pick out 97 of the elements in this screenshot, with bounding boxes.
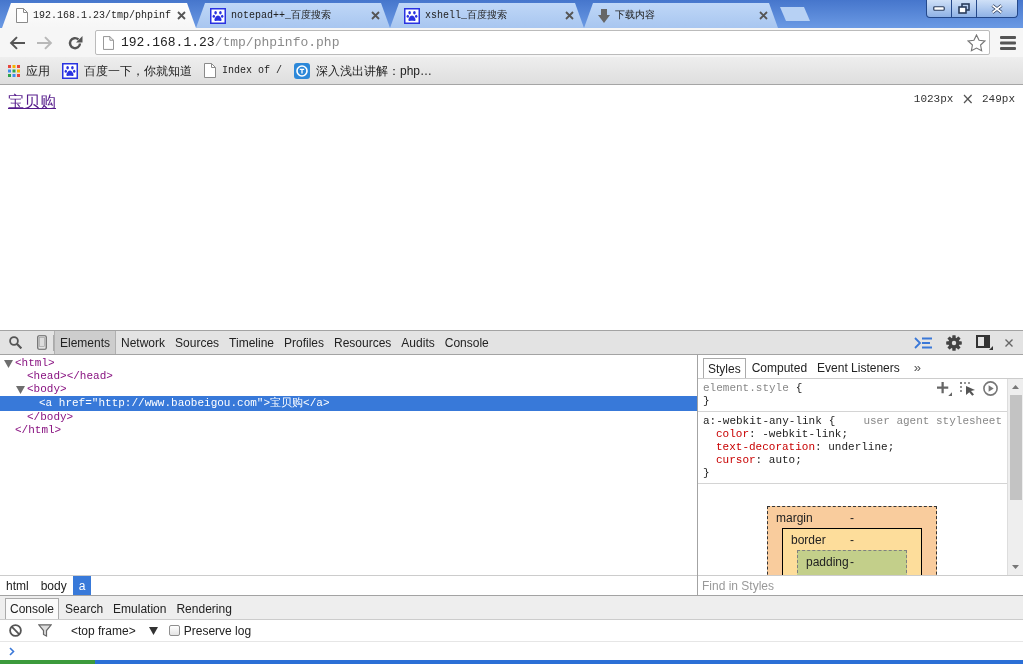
circle-logo-icon	[294, 62, 310, 79]
restore-button[interactable]	[952, 0, 977, 18]
page-icon	[103, 35, 114, 50]
page-link[interactable]: 宝贝购	[8, 92, 56, 112]
add-rule-icon[interactable]	[937, 381, 952, 396]
address-bar[interactable]: 192.168.1.23/tmp/phpinfo.php	[95, 30, 990, 55]
breadcrumb-item[interactable]: a	[72, 576, 92, 595]
disclosure-triangle-icon[interactable]	[4, 359, 13, 368]
minimize-icon	[933, 6, 945, 11]
drawer-tab[interactable]: Emulation	[109, 598, 171, 619]
scroll-up-icon[interactable]	[1012, 385, 1019, 389]
box-model-value: -	[850, 533, 854, 547]
paw-icon	[210, 7, 226, 24]
paw-icon	[404, 7, 420, 24]
disclosure-triangle-icon[interactable]	[16, 385, 25, 394]
drawer-tab[interactable]: Console	[5, 598, 60, 619]
close-icon[interactable]	[371, 11, 380, 20]
css-declaration: color: -webkit-link;	[715, 428, 850, 441]
dimension-separator: ×	[961, 92, 974, 106]
panel-tab[interactable]: Network	[116, 331, 171, 354]
rule-source: user agent stylesheet	[863, 415, 1002, 428]
css-declaration: cursor: auto;	[715, 454, 803, 467]
browser-tab[interactable]: 下载内容	[584, 3, 778, 28]
close-icon[interactable]	[177, 11, 186, 20]
drawer-tab[interactable]: Rendering	[172, 598, 236, 619]
browser-tab[interactable]: xshell_百度搜索	[390, 3, 584, 28]
dom-tree-node[interactable]: <head></head>	[27, 370, 113, 383]
bookmark-star-icon[interactable]	[967, 33, 986, 52]
breadcrumb-item[interactable]: body	[34, 576, 73, 595]
rule-closing-brace: }	[703, 395, 711, 408]
close-icon	[991, 3, 1003, 14]
paw-icon	[62, 62, 78, 79]
bookmark-item[interactable]: 应用	[4, 59, 54, 82]
close-icon[interactable]	[1005, 338, 1013, 347]
restore-icon	[958, 3, 970, 14]
breadcrumb-item[interactable]: html	[0, 576, 35, 595]
box-model-value: -	[850, 511, 854, 525]
console-drawer-icon[interactable]	[914, 336, 932, 349]
styles-tab[interactable]: Styles	[703, 358, 746, 378]
scrollbar-thumb[interactable]	[1009, 395, 1022, 500]
clear-console-icon[interactable]	[9, 624, 22, 637]
browser-tab[interactable]: 192.168.1.23/tmp/phpinf	[2, 3, 196, 28]
panel-tab[interactable]: Profiles	[279, 331, 329, 354]
download-arrow-icon	[598, 8, 610, 23]
box-model-label: padding	[806, 555, 850, 569]
dom-tree-node[interactable]: <a href="http://www.baobeigou.com">宝贝购</a>	[0, 396, 697, 411]
bookmark-item[interactable]: 深入浅出讲解：php…	[290, 59, 437, 82]
dom-closing-tag[interactable]: </body>	[27, 411, 74, 424]
box-model-label: margin	[776, 511, 814, 525]
box-model-value: -	[850, 555, 854, 569]
rule-selector: element.style {	[703, 382, 803, 395]
filter-icon[interactable]	[38, 624, 52, 637]
menu-icon[interactable]	[1000, 35, 1016, 50]
more-tabs-button[interactable]: »	[913, 358, 921, 378]
panel-tab[interactable]: Console	[439, 331, 494, 354]
dom-tree-node[interactable]: <html>	[4, 357, 55, 370]
window-close-button[interactable]	[977, 0, 1018, 18]
find-in-styles-field[interactable]: Find in Styles	[698, 575, 1023, 595]
settings-icon[interactable]	[946, 334, 962, 351]
dom-tree-node[interactable]: <body>	[16, 383, 67, 396]
styles-tab[interactable]: Computed	[747, 358, 812, 378]
search-icon[interactable]	[9, 336, 22, 349]
page-icon	[204, 63, 216, 78]
bookmark-item[interactable]: Index of /	[200, 59, 286, 82]
play-circle-icon[interactable]	[983, 381, 998, 396]
scroll-down-icon[interactable]	[1012, 565, 1019, 569]
browser-tab[interactable]: notepad++_百度搜索	[196, 3, 390, 28]
element-state-icon[interactable]	[959, 381, 976, 396]
panel-tab[interactable]: Audits	[396, 331, 440, 354]
back-icon[interactable]	[9, 35, 25, 50]
preserve-log-checkbox[interactable]	[168, 625, 180, 636]
frame-select[interactable]: <top frame>	[71, 621, 158, 640]
panel-tab[interactable]: Resources	[329, 331, 397, 354]
minimize-button[interactable]	[926, 0, 952, 18]
box-model-label: border	[791, 533, 827, 547]
css-declaration: text-decoration: underline;	[715, 441, 896, 454]
reload-icon[interactable]	[67, 34, 83, 51]
styles-tab[interactable]: Event Listeners	[813, 358, 904, 378]
page-icon	[16, 8, 28, 23]
bookmark-item[interactable]: 百度一下，你就知道	[58, 59, 196, 82]
caret-icon	[148, 626, 158, 635]
panel-tab[interactable]: Timeline	[224, 331, 279, 354]
close-icon[interactable]	[565, 11, 574, 20]
panel-tab[interactable]: Sources	[170, 331, 225, 354]
panel-tab[interactable]: Elements	[54, 331, 117, 354]
device-icon[interactable]	[37, 335, 47, 350]
prompt-chevron-icon	[9, 646, 15, 656]
dock-icon[interactable]	[976, 335, 993, 350]
apps-grid-icon	[8, 64, 20, 77]
close-icon[interactable]	[759, 11, 768, 20]
viewport-width: 1023px	[913, 92, 954, 106]
viewport-height: 249px	[982, 92, 1015, 106]
rule-closing-brace: }	[703, 467, 711, 480]
dom-closing-tag[interactable]: </html>	[15, 424, 62, 437]
rule-selector: a:-webkit-any-link {	[703, 415, 836, 428]
drawer-tab[interactable]: Search	[61, 598, 108, 619]
preserve-log-label: Preserve log	[183, 622, 252, 640]
